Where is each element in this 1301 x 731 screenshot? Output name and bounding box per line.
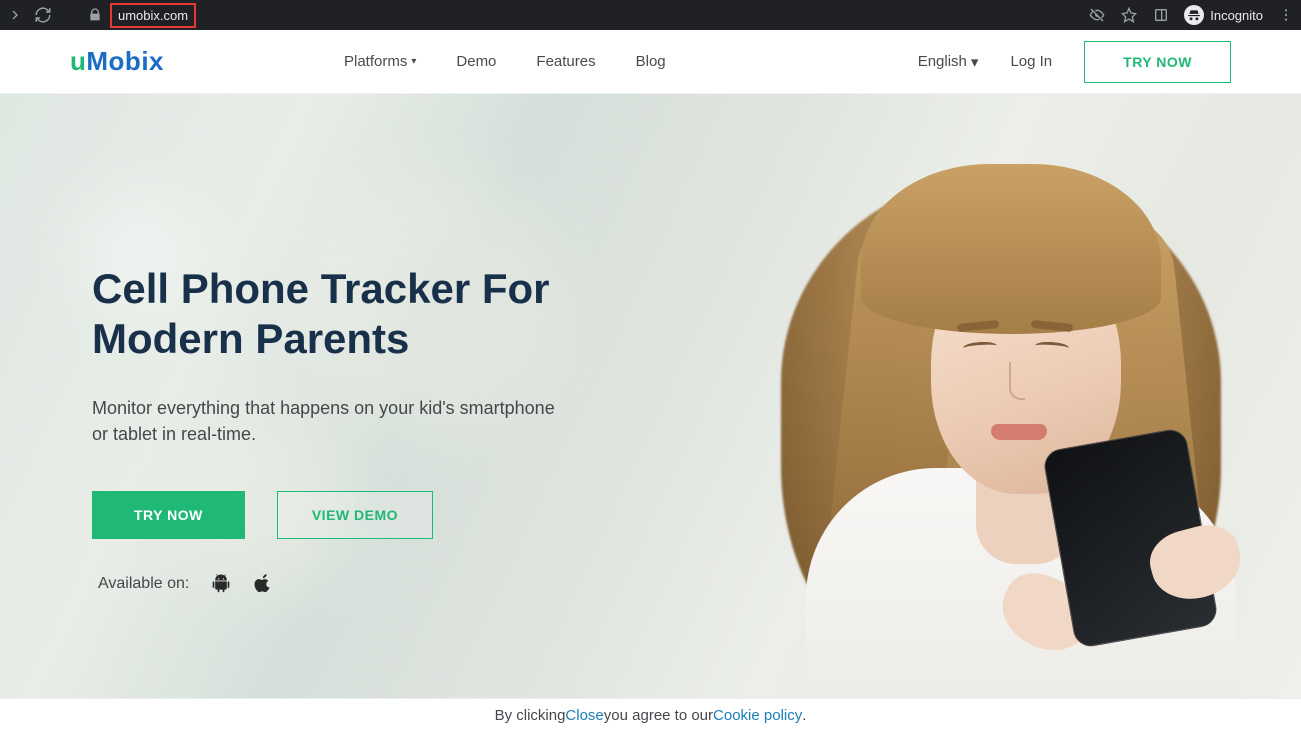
hero-title-line2: Modern Parents: [92, 315, 409, 362]
cookie-prefix: By clicking: [495, 707, 566, 724]
right-nav: English ▾ Log In TRY NOW: [918, 41, 1231, 83]
language-selector[interactable]: English ▾: [918, 53, 979, 71]
nav-blog[interactable]: Blog: [636, 53, 666, 70]
panel-icon[interactable]: [1152, 6, 1170, 24]
chevron-down-icon: ▾: [971, 53, 979, 71]
available-on-label: Available on:: [98, 575, 189, 593]
star-icon[interactable]: [1120, 6, 1138, 24]
android-icon: [211, 573, 231, 595]
hero-title-line1: Cell Phone Tracker For: [92, 265, 550, 312]
incognito-label: Incognito: [1210, 8, 1263, 23]
kebab-menu-icon[interactable]: [1277, 6, 1295, 24]
reload-icon[interactable]: [34, 6, 52, 24]
nav-features[interactable]: Features: [536, 53, 595, 70]
cookie-middle: you agree to our: [604, 707, 713, 724]
view-demo-button[interactable]: VIEW DEMO: [277, 491, 433, 539]
nav-platforms-label: Platforms: [344, 53, 407, 70]
apple-icon: [253, 573, 273, 595]
hero-title: Cell Phone Tracker For Modern Parents: [92, 264, 640, 365]
hero-image: [711, 94, 1271, 698]
site-header: uMobix Platforms ▾ Demo Features Blog En…: [0, 30, 1301, 94]
try-now-header-button[interactable]: TRY NOW: [1084, 41, 1231, 83]
cookie-close-link[interactable]: Close: [565, 707, 603, 724]
login-link[interactable]: Log In: [1010, 53, 1052, 70]
logo-suffix: Mobix: [86, 46, 164, 76]
nav-platforms[interactable]: Platforms ▾: [344, 53, 416, 70]
browser-chrome-bar: umobix.com Incognito: [0, 0, 1301, 30]
lock-icon[interactable]: [86, 6, 104, 24]
hero-section: Cell Phone Tracker For Modern Parents Mo…: [0, 94, 1301, 698]
logo-prefix: u: [70, 46, 86, 76]
incognito-icon: [1184, 5, 1204, 25]
try-now-button[interactable]: TRY NOW: [92, 491, 245, 539]
hero-subtitle: Monitor everything that happens on your …: [92, 395, 572, 447]
chevron-down-icon: ▾: [411, 56, 416, 67]
cookie-suffix: .: [802, 707, 806, 724]
eye-off-icon[interactable]: [1088, 6, 1106, 24]
incognito-badge[interactable]: Incognito: [1184, 5, 1263, 25]
main-nav: Platforms ▾ Demo Features Blog: [344, 53, 666, 70]
forward-icon[interactable]: [6, 6, 24, 24]
cookie-policy-link[interactable]: Cookie policy: [713, 707, 802, 724]
site-logo[interactable]: uMobix: [70, 46, 164, 77]
cookie-bar: By clicking Close you agree to our Cooki…: [0, 698, 1301, 731]
nav-demo[interactable]: Demo: [456, 53, 496, 70]
url-text[interactable]: umobix.com: [110, 3, 196, 28]
language-label: English: [918, 53, 967, 70]
